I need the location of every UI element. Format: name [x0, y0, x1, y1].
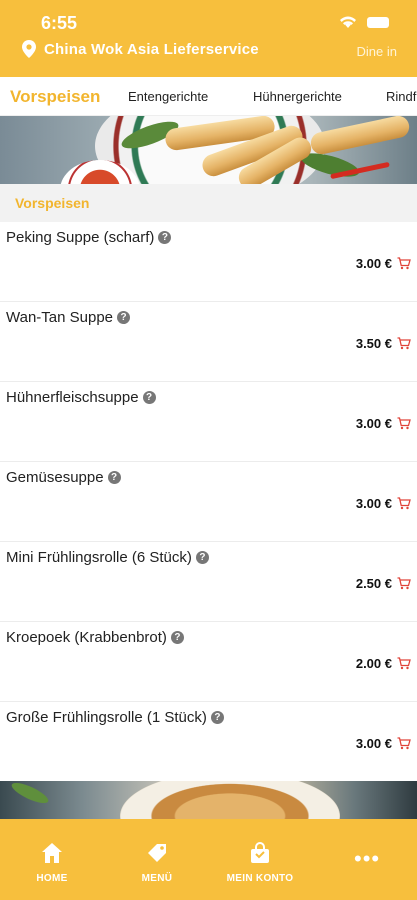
info-icon[interactable]: ? [170, 631, 184, 644]
cart-icon[interactable] [397, 337, 411, 350]
restaurant-name: China Wok Asia Lieferservice [44, 40, 259, 58]
item-name: Hühnerfleischsuppe [6, 389, 139, 406]
info-icon[interactable]: ? [158, 231, 172, 244]
menu-item[interactable]: Kroepoek (Krabbenbrot) ? 2.00 € [0, 622, 417, 702]
item-name: Gemüsesuppe [6, 469, 104, 486]
nav-label: MEIN KONTO [226, 873, 294, 884]
tag-icon [148, 844, 166, 862]
item-name: Peking Suppe (scharf) [6, 229, 155, 246]
menu-item[interactable]: Gemüsesuppe ? 3.00 € [0, 462, 417, 542]
info-icon[interactable]: ? [210, 711, 224, 724]
cart-icon[interactable] [397, 497, 411, 510]
tab-vorspeisen[interactable]: Vorspeisen [10, 77, 100, 115]
chicken-plate-shape [120, 781, 340, 819]
item-price: 3.00 € [355, 256, 392, 271]
status-icons [339, 15, 389, 29]
cart-icon[interactable] [397, 417, 411, 430]
cart-icon[interactable] [397, 257, 411, 270]
item-name: Große Frühlingsrolle (1 Stück) [6, 709, 207, 726]
location-pin-icon [22, 40, 36, 58]
spring-roll-shape [308, 116, 412, 157]
menu-item[interactable]: Hühnerfleischsuppe ? 3.00 € [0, 382, 417, 462]
bag-icon [251, 842, 269, 863]
info-icon[interactable]: ? [117, 311, 131, 324]
menu-item[interactable]: Mini Frühlingsrolle (6 Stück) ? 2.50 € [0, 542, 417, 622]
menu-item[interactable]: Wan-Tan Suppe ? 3.50 € [0, 302, 417, 382]
tab-huehnergerichte[interactable]: Hühnergerichte [253, 77, 342, 115]
item-price: 3.00 € [355, 496, 392, 511]
more-icon[interactable]: ••• [354, 848, 380, 870]
bottom-navigation: HOME MENÜ MEIN KONTO ••• [0, 819, 417, 900]
leaf-shape [9, 781, 51, 807]
tab-rindfleisch[interactable]: Rindf [386, 77, 416, 115]
home-icon [42, 843, 62, 863]
nav-label: HOME [36, 873, 68, 884]
dine-in-button[interactable]: Dine in [357, 44, 397, 59]
section-header: Vorspeisen [0, 184, 417, 222]
tab-entengerichte[interactable]: Entengerichte [128, 77, 208, 115]
battery-icon [367, 16, 389, 28]
app-header: 6:55 China Wok Asia Lieferservice Dine i… [0, 0, 417, 77]
info-icon[interactable]: ? [107, 471, 121, 484]
section-title: Vorspeisen [15, 195, 90, 211]
item-price: 3.00 € [355, 416, 392, 431]
item-name: Mini Frühlingsrolle (6 Stück) [6, 549, 192, 566]
cart-icon[interactable] [397, 577, 411, 590]
nav-account[interactable]: MEIN KONTO [215, 841, 305, 886]
item-price: 2.50 € [355, 576, 392, 591]
nav-menu[interactable]: MENÜ [112, 841, 202, 886]
category-tab-bar: Vorspeisen Entengerichte Hühnergerichte … [0, 77, 417, 116]
next-category-banner-image [0, 781, 417, 819]
item-name: Wan-Tan Suppe [6, 309, 114, 326]
menu-item[interactable]: Große Frühlingsrolle (1 Stück) ? 3.00 € [0, 702, 417, 782]
item-price: 2.00 € [355, 656, 392, 671]
info-icon[interactable]: ? [195, 551, 209, 564]
item-price: 3.50 € [355, 336, 392, 351]
nav-home[interactable]: HOME [7, 841, 97, 886]
wifi-icon [340, 16, 356, 28]
item-name: Kroepoek (Krabbenbrot) [6, 629, 167, 646]
category-banner-image [0, 116, 417, 184]
item-price: 3.00 € [355, 736, 392, 751]
cart-icon[interactable] [397, 657, 411, 670]
info-icon[interactable]: ? [142, 391, 156, 404]
menu-item[interactable]: Peking Suppe (scharf) ? 3.00 € [0, 222, 417, 302]
location-selector[interactable]: China Wok Asia Lieferservice [22, 40, 259, 58]
status-time: 6:55 [41, 13, 78, 33]
nav-label: MENÜ [141, 873, 173, 884]
cart-icon[interactable] [397, 737, 411, 750]
